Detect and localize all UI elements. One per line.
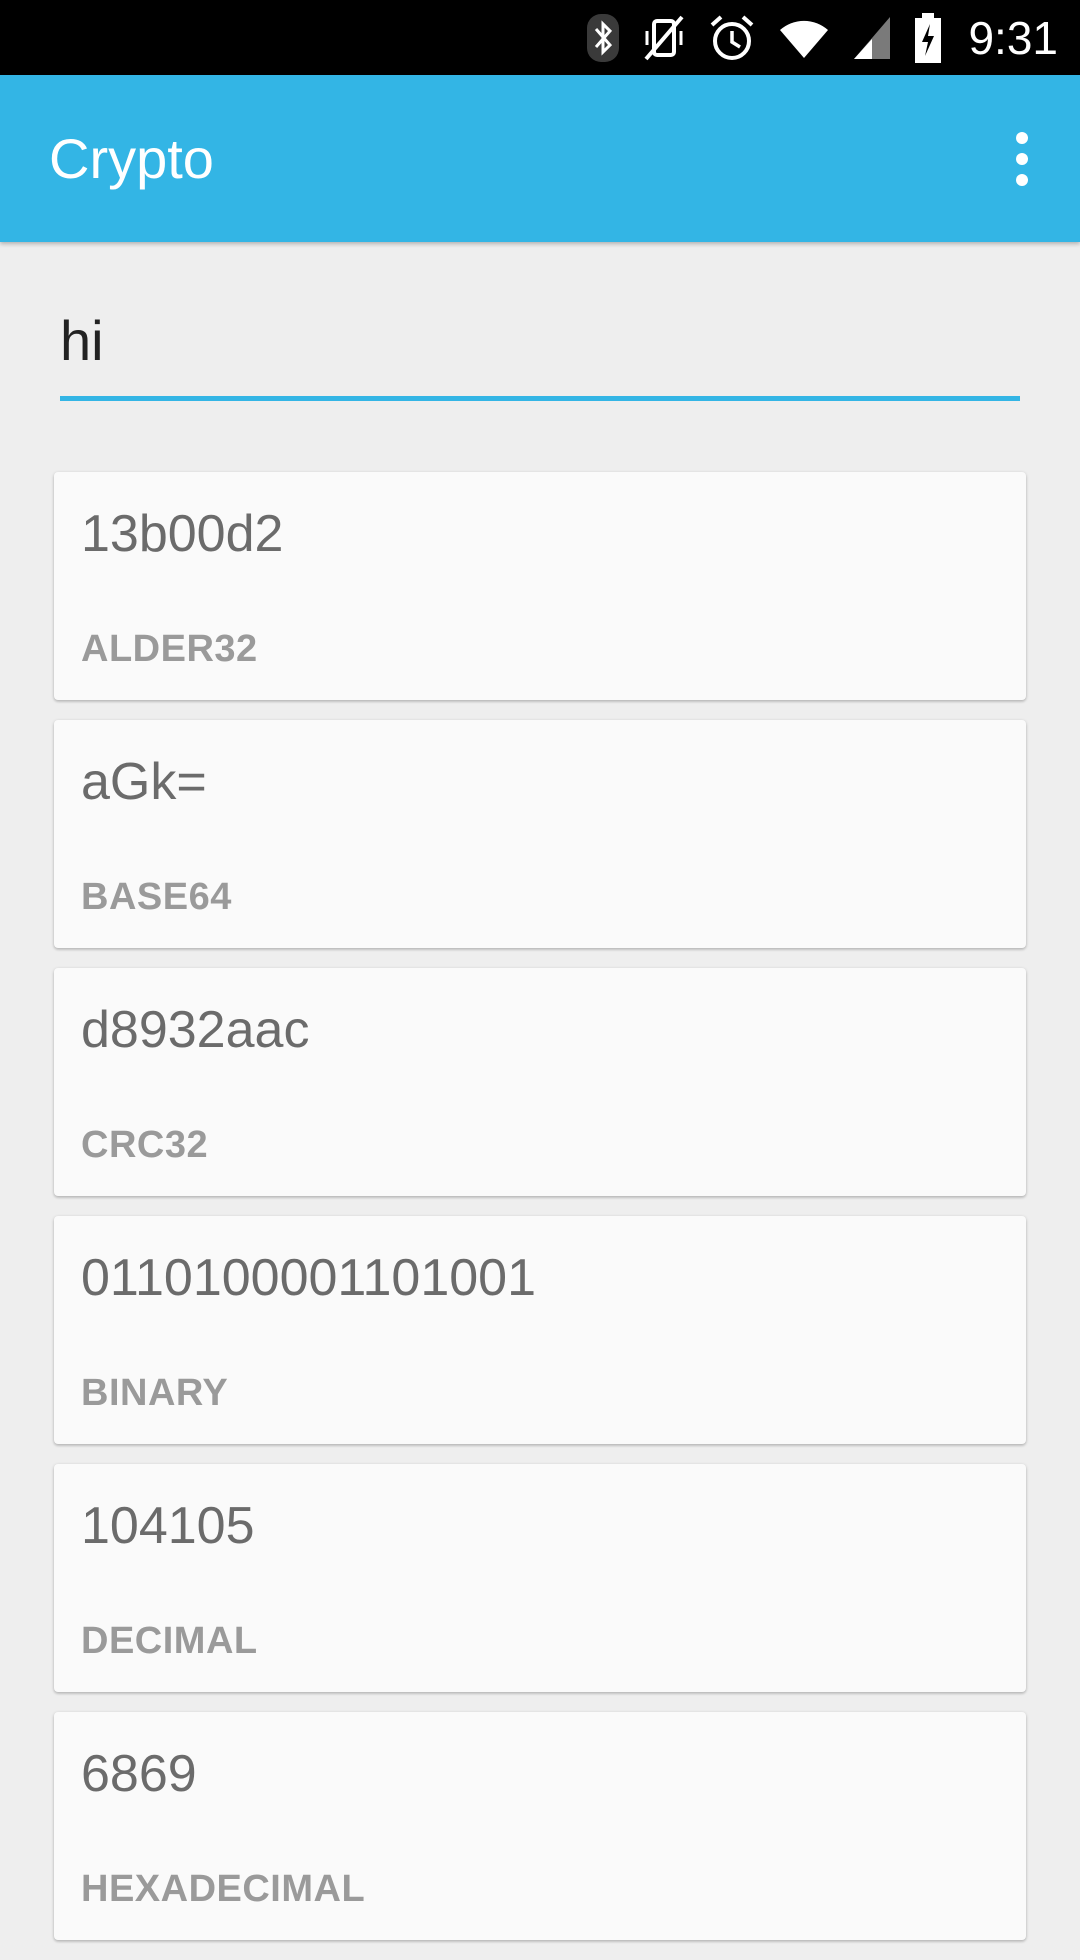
result-label: ALDER32 [81, 628, 258, 670]
result-label: HEXADECIMAL [81, 1868, 366, 1910]
status-bar: 9:31 [0, 0, 1080, 75]
result-card-binary[interactable]: 0110100001101001 BINARY [54, 1216, 1026, 1444]
result-value: 6869 [81, 1745, 197, 1803]
app-bar: Crypto [0, 75, 1080, 242]
overflow-dot [1016, 174, 1028, 186]
text-input-container [60, 290, 1020, 402]
overflow-dot [1016, 132, 1028, 144]
result-card-crc32[interactable]: d8932aac CRC32 [54, 968, 1026, 1196]
battery-charging-icon [914, 12, 942, 64]
vibrate-off-icon [642, 13, 686, 63]
result-value: 0110100001101001 [81, 1249, 536, 1307]
result-card-hexadecimal[interactable]: 6869 HEXADECIMAL [54, 1712, 1026, 1940]
more-vert-icon[interactable] [994, 117, 1050, 201]
result-label: CRC32 [81, 1124, 209, 1166]
alarm-icon [708, 13, 756, 63]
result-value: d8932aac [81, 1001, 310, 1059]
wifi-icon [778, 16, 830, 60]
bluetooth-icon [586, 13, 620, 63]
result-value: 13b00d2 [81, 505, 284, 563]
results-list: 13b00d2 ALDER32 aGk= BASE64 d8932aac CRC… [54, 472, 1026, 1960]
text-input[interactable] [60, 290, 1020, 390]
result-value: 104105 [81, 1497, 255, 1555]
status-time: 9:31 [968, 11, 1058, 64]
cell-signal-icon [852, 15, 892, 61]
result-label: DECIMAL [81, 1620, 258, 1662]
result-card-alder32[interactable]: 13b00d2 ALDER32 [54, 472, 1026, 700]
result-label: BINARY [81, 1372, 229, 1414]
result-value: aGk= [81, 753, 207, 811]
status-icons: 9:31 [586, 0, 1058, 75]
result-card-base64[interactable]: aGk= BASE64 [54, 720, 1026, 948]
app-title: Crypto [49, 127, 214, 190]
result-label: BASE64 [81, 876, 232, 918]
result-card-decimal[interactable]: 104105 DECIMAL [54, 1464, 1026, 1692]
overflow-dot [1016, 153, 1028, 165]
input-underline [60, 396, 1020, 401]
